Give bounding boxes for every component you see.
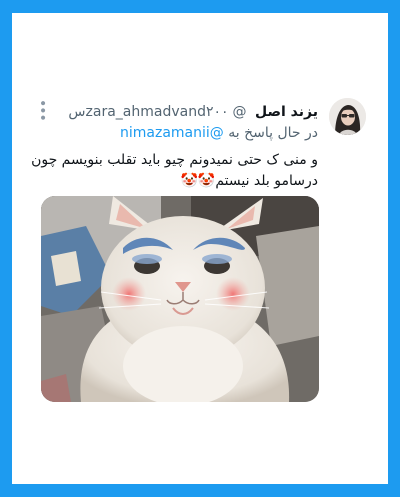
tweet-text: و منی ک حتی نمیدونم چیو باید تقلب بنویسم… xyxy=(31,152,318,189)
avatar-image xyxy=(329,98,366,135)
reply-mention-link[interactable]: @nimazamanii xyxy=(120,125,224,141)
tweet-header: یزند اصل @zara_ahmadvand۲۰۰س xyxy=(68,103,318,121)
reply-context: در حال پاسخ به @nimazamanii xyxy=(120,124,318,142)
more-options-icon[interactable]: ••• xyxy=(34,99,50,121)
tweet-card[interactable]: ••• یزند اصل @zara_ahmadvand۲۰۰س در حال … xyxy=(12,13,388,484)
cat-image xyxy=(41,196,319,402)
tweet-media-image[interactable] xyxy=(41,196,319,402)
author-name[interactable]: یزند اصل xyxy=(255,104,318,120)
author-avatar[interactable] xyxy=(329,98,366,135)
reply-prefix: در حال پاسخ به xyxy=(228,125,318,141)
